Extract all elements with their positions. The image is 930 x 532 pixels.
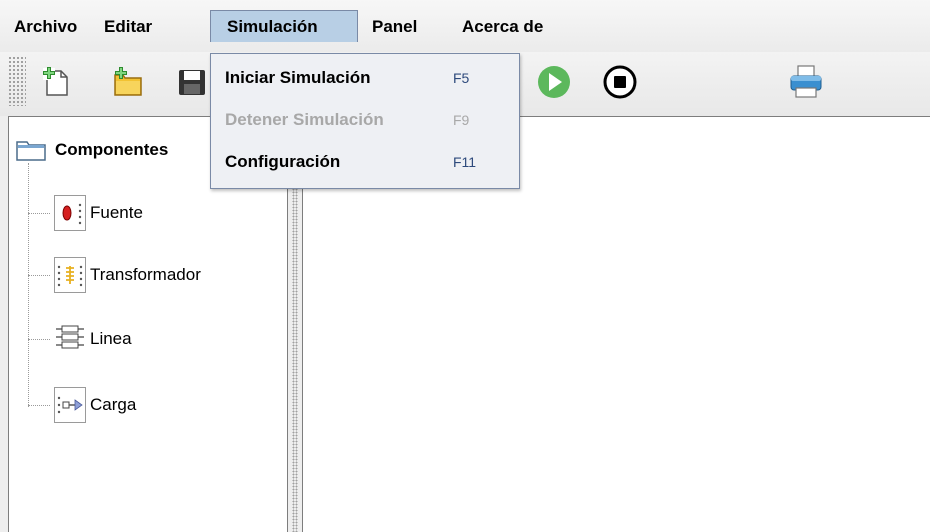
tree-node-label: Carga [90,395,137,414]
stop-icon[interactable] [600,62,640,102]
menu-bar: Archivo Editar Simulación Panel Acerca d… [0,0,930,52]
menu-panel[interactable]: Panel [372,11,417,43]
new-document-icon[interactable] [36,62,76,102]
source-icon [54,195,86,231]
simulacion-dropdown-menu: Iniciar Simulación F5 Detener Simulación… [210,53,520,189]
menu-acerca-de[interactable]: Acerca de [462,11,543,43]
print-icon[interactable] [786,62,826,102]
tree-root-componentes[interactable]: Componentes [15,137,168,163]
menu-item-configuracion[interactable]: Configuración F11 [211,142,519,182]
line-icon [54,321,86,357]
tree-node-label: Transformador [90,265,201,284]
folder-icon [16,141,46,161]
tree-node-fuente[interactable]: Fuente [28,193,143,233]
tree-node-label: Fuente [90,203,143,222]
menu-simulacion[interactable]: Simulación [210,10,358,42]
play-icon[interactable] [534,62,574,102]
open-folder-icon[interactable] [108,62,148,102]
tree-node-carga[interactable]: Carga [28,385,136,425]
menu-editar[interactable]: Editar [104,11,152,43]
tree-root-label: Componentes [55,140,169,159]
tree-node-transformador[interactable]: Transformador [28,255,201,295]
tree-node-linea[interactable]: Linea [28,319,132,359]
menu-archivo[interactable]: Archivo [14,11,77,43]
menu-item-iniciar-simulacion[interactable]: Iniciar Simulación F5 [211,58,519,98]
load-icon [54,387,86,423]
toolbar-grip[interactable] [8,56,26,106]
save-icon[interactable] [172,62,212,102]
tree-node-label: Linea [90,329,132,348]
transformer-icon [54,257,86,293]
menu-item-detener-simulacion: Detener Simulación F9 [225,110,470,129]
